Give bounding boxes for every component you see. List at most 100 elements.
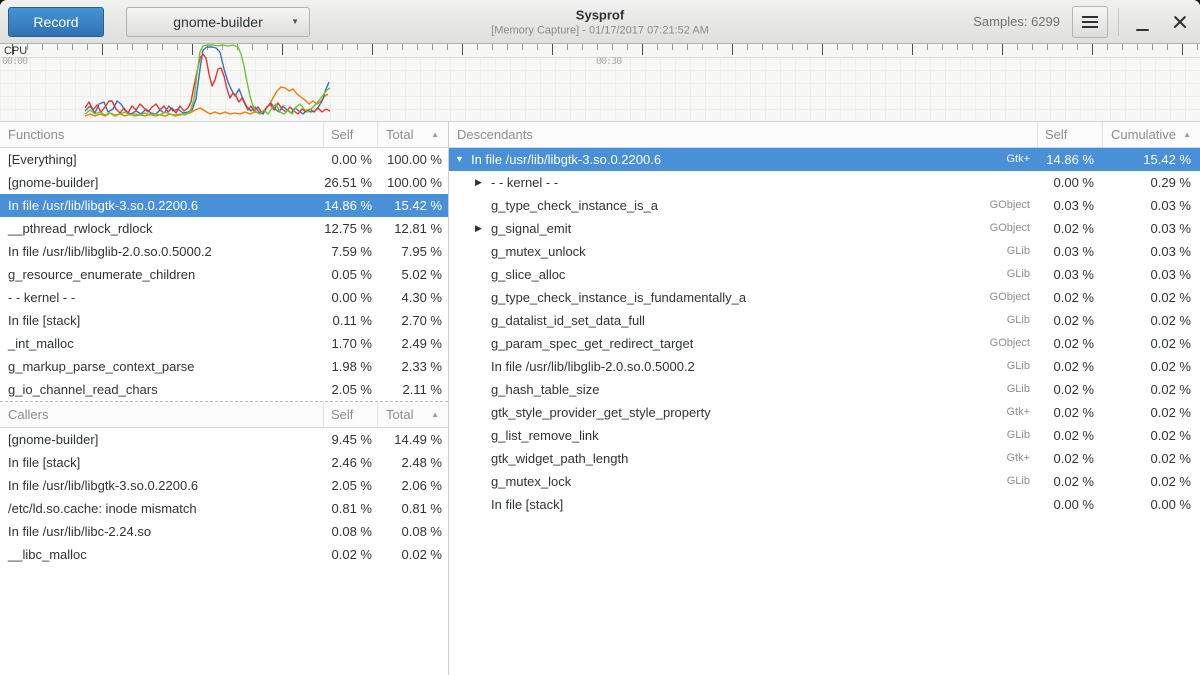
caller-row[interactable]: In file [stack]2.46 %2.48 % xyxy=(0,451,448,474)
descendant-name-label: g_slice_alloc xyxy=(491,263,565,286)
function-row[interactable]: [Everything]0.00 %100.00 % xyxy=(0,148,448,171)
descendant-row[interactable]: g_param_spec_get_redirect_targetGObject0… xyxy=(449,332,1200,355)
total-percent-cell: 2.11 % xyxy=(378,378,448,401)
self-percent-cell: 0.00 % xyxy=(324,286,378,309)
descendant-row[interactable]: gtk_widget_path_lengthGtk+0.02 %0.02 % xyxy=(449,447,1200,470)
function-row[interactable]: - - kernel - -0.00 %4.30 % xyxy=(0,286,448,309)
column-header-self[interactable]: Self xyxy=(1038,122,1103,147)
functions-table-header: Functions Self Total ▲ xyxy=(0,122,448,148)
column-header-functions[interactable]: Functions xyxy=(0,122,324,147)
descendant-name-cell: ▼In file /usr/lib/libgtk-3.so.0.2200.6Gt… xyxy=(449,148,1038,171)
total-percent-cell: 2.48 % xyxy=(378,451,448,474)
capture-subtitle: [Memory Capture] - 01/17/2017 07:21:52 A… xyxy=(491,24,709,36)
column-header-total[interactable]: Total ▲ xyxy=(378,122,448,147)
function-row[interactable]: In file /usr/lib/libgtk-3.so.0.2200.614.… xyxy=(0,194,448,217)
target-process-dropdown[interactable]: gnome-builder ▼ xyxy=(126,7,310,37)
cpu-timeline-graph[interactable]: CPU 00:00 00:30 xyxy=(0,44,1200,122)
descendant-row[interactable]: In file /usr/lib/libglib-2.0.so.0.5000.2… xyxy=(449,355,1200,378)
time-label-start: 00:00 xyxy=(2,56,27,67)
descendant-name-label: g_datalist_id_set_data_full xyxy=(491,309,645,332)
expander-icon[interactable]: ▶ xyxy=(475,217,491,240)
self-percent-cell: 0.08 % xyxy=(324,520,378,543)
menu-button[interactable] xyxy=(1072,6,1108,38)
self-percent-cell: 0.00 % xyxy=(1038,171,1103,194)
cumulative-percent-cell: 0.02 % xyxy=(1103,355,1200,378)
descendant-row[interactable]: g_list_remove_linkGLib0.02 %0.02 % xyxy=(449,424,1200,447)
sort-ascending-icon: ▲ xyxy=(1183,122,1191,147)
descendant-name-label: g_param_spec_get_redirect_target xyxy=(491,332,693,355)
descendants-rows: ▼In file /usr/lib/libgtk-3.so.0.2200.6Gt… xyxy=(449,148,1200,516)
descendant-name-cell: ▶- - kernel - - xyxy=(449,171,1038,194)
descendant-row[interactable]: In file [stack]0.00 %0.00 % xyxy=(449,493,1200,516)
cumulative-percent-cell: 0.02 % xyxy=(1103,424,1200,447)
caller-row[interactable]: In file /usr/lib/libc-2.24.so0.08 %0.08 … xyxy=(0,520,448,543)
descendant-row[interactable]: ▼In file /usr/lib/libgtk-3.so.0.2200.6Gt… xyxy=(449,148,1200,171)
column-header-total[interactable]: Total ▲ xyxy=(378,402,448,427)
library-tag: GLib xyxy=(1007,378,1032,401)
cumulative-percent-cell: 0.29 % xyxy=(1103,171,1200,194)
column-header-cumulative[interactable]: Cumulative ▲ xyxy=(1103,122,1200,147)
column-header-callers[interactable]: Callers xyxy=(0,402,324,427)
descendant-row[interactable]: gtk_style_provider_get_style_propertyGtk… xyxy=(449,401,1200,424)
descendant-row[interactable]: g_slice_allocGLib0.03 %0.03 % xyxy=(449,263,1200,286)
chevron-down-icon: ▼ xyxy=(291,17,299,26)
descendant-row[interactable]: g_hash_table_sizeGLib0.02 %0.02 % xyxy=(449,378,1200,401)
descendant-row[interactable]: g_type_check_instance_is_aGObject0.03 %0… xyxy=(449,194,1200,217)
minimize-button[interactable] xyxy=(1128,6,1156,38)
descendant-name-cell: g_mutex_unlockGLib xyxy=(449,240,1038,263)
self-percent-cell: 0.02 % xyxy=(1038,401,1103,424)
function-name-cell: [Everything] xyxy=(0,148,324,171)
expander-icon[interactable]: ▶ xyxy=(475,171,491,194)
descendant-name-cell: gtk_style_provider_get_style_propertyGtk… xyxy=(449,401,1038,424)
self-percent-cell: 0.02 % xyxy=(1038,217,1103,240)
callers-table: Callers Self Total ▲ [gnome-builder]9.45… xyxy=(0,401,448,566)
function-row[interactable]: [gnome-builder]26.51 %100.00 % xyxy=(0,171,448,194)
record-button[interactable]: Record xyxy=(8,7,104,37)
self-percent-cell: 0.03 % xyxy=(1038,263,1103,286)
descendant-row[interactable]: g_type_check_instance_is_fundamentally_a… xyxy=(449,286,1200,309)
function-row[interactable]: In file [stack]0.11 %2.70 % xyxy=(0,309,448,332)
descendant-name-cell: g_list_remove_linkGLib xyxy=(449,424,1038,447)
caller-row[interactable]: __libc_malloc0.02 %0.02 % xyxy=(0,543,448,566)
descendant-name-cell: g_datalist_id_set_data_fullGLib xyxy=(449,309,1038,332)
library-tag: GLib xyxy=(1007,424,1032,447)
descendant-name-label: - - kernel - - xyxy=(491,171,558,194)
library-tag: GObject xyxy=(990,217,1032,240)
descendant-row[interactable]: g_mutex_unlockGLib0.03 %0.03 % xyxy=(449,240,1200,263)
caller-row[interactable]: [gnome-builder]9.45 %14.49 % xyxy=(0,428,448,451)
column-header-self[interactable]: Self xyxy=(324,122,378,147)
descendant-row[interactable]: ▶g_signal_emitGObject0.02 %0.03 % xyxy=(449,217,1200,240)
cumulative-percent-cell: 0.00 % xyxy=(1103,493,1200,516)
column-header-descendants[interactable]: Descendants xyxy=(449,122,1038,147)
caller-row[interactable]: In file /usr/lib/libgtk-3.so.0.2200.62.0… xyxy=(0,474,448,497)
self-percent-cell: 0.03 % xyxy=(1038,240,1103,263)
function-row[interactable]: g_resource_enumerate_children0.05 %5.02 … xyxy=(0,263,448,286)
descendant-name-cell: g_param_spec_get_redirect_targetGObject xyxy=(449,332,1038,355)
function-row[interactable]: g_markup_parse_context_parse1.98 %2.33 % xyxy=(0,355,448,378)
caller-row[interactable]: /etc/ld.so.cache: inode mismatch0.81 %0.… xyxy=(0,497,448,520)
time-label-mid: 00:30 xyxy=(596,56,621,67)
library-tag: GObject xyxy=(990,194,1032,217)
function-row[interactable]: g_io_channel_read_chars2.05 %2.11 % xyxy=(0,378,448,401)
function-row[interactable]: In file /usr/lib/libglib-2.0.so.0.5000.2… xyxy=(0,240,448,263)
function-row[interactable]: __pthread_rwlock_rdlock12.75 %12.81 % xyxy=(0,217,448,240)
descendant-name-label: g_signal_emit xyxy=(491,217,571,240)
self-percent-cell: 2.05 % xyxy=(324,474,378,497)
descendant-row[interactable]: g_mutex_lockGLib0.02 %0.02 % xyxy=(449,470,1200,493)
column-header-cumulative-label: Cumulative xyxy=(1111,122,1176,147)
expander-icon[interactable]: ▼ xyxy=(455,148,471,171)
self-percent-cell: 2.05 % xyxy=(324,378,378,401)
cumulative-percent-cell: 0.02 % xyxy=(1103,286,1200,309)
function-row[interactable]: _int_malloc1.70 %2.49 % xyxy=(0,332,448,355)
total-percent-cell: 0.81 % xyxy=(378,497,448,520)
self-percent-cell: 0.02 % xyxy=(1038,309,1103,332)
descendant-name-cell: In file [stack] xyxy=(449,493,1038,516)
descendant-row[interactable]: g_datalist_id_set_data_fullGLib0.02 %0.0… xyxy=(449,309,1200,332)
column-header-self[interactable]: Self xyxy=(324,402,378,427)
close-button[interactable] xyxy=(1166,6,1194,38)
descendant-name-cell: g_slice_allocGLib xyxy=(449,263,1038,286)
total-percent-cell: 2.06 % xyxy=(378,474,448,497)
cumulative-percent-cell: 0.02 % xyxy=(1103,309,1200,332)
self-percent-cell: 7.59 % xyxy=(324,240,378,263)
descendant-row[interactable]: ▶- - kernel - -0.00 %0.29 % xyxy=(449,171,1200,194)
